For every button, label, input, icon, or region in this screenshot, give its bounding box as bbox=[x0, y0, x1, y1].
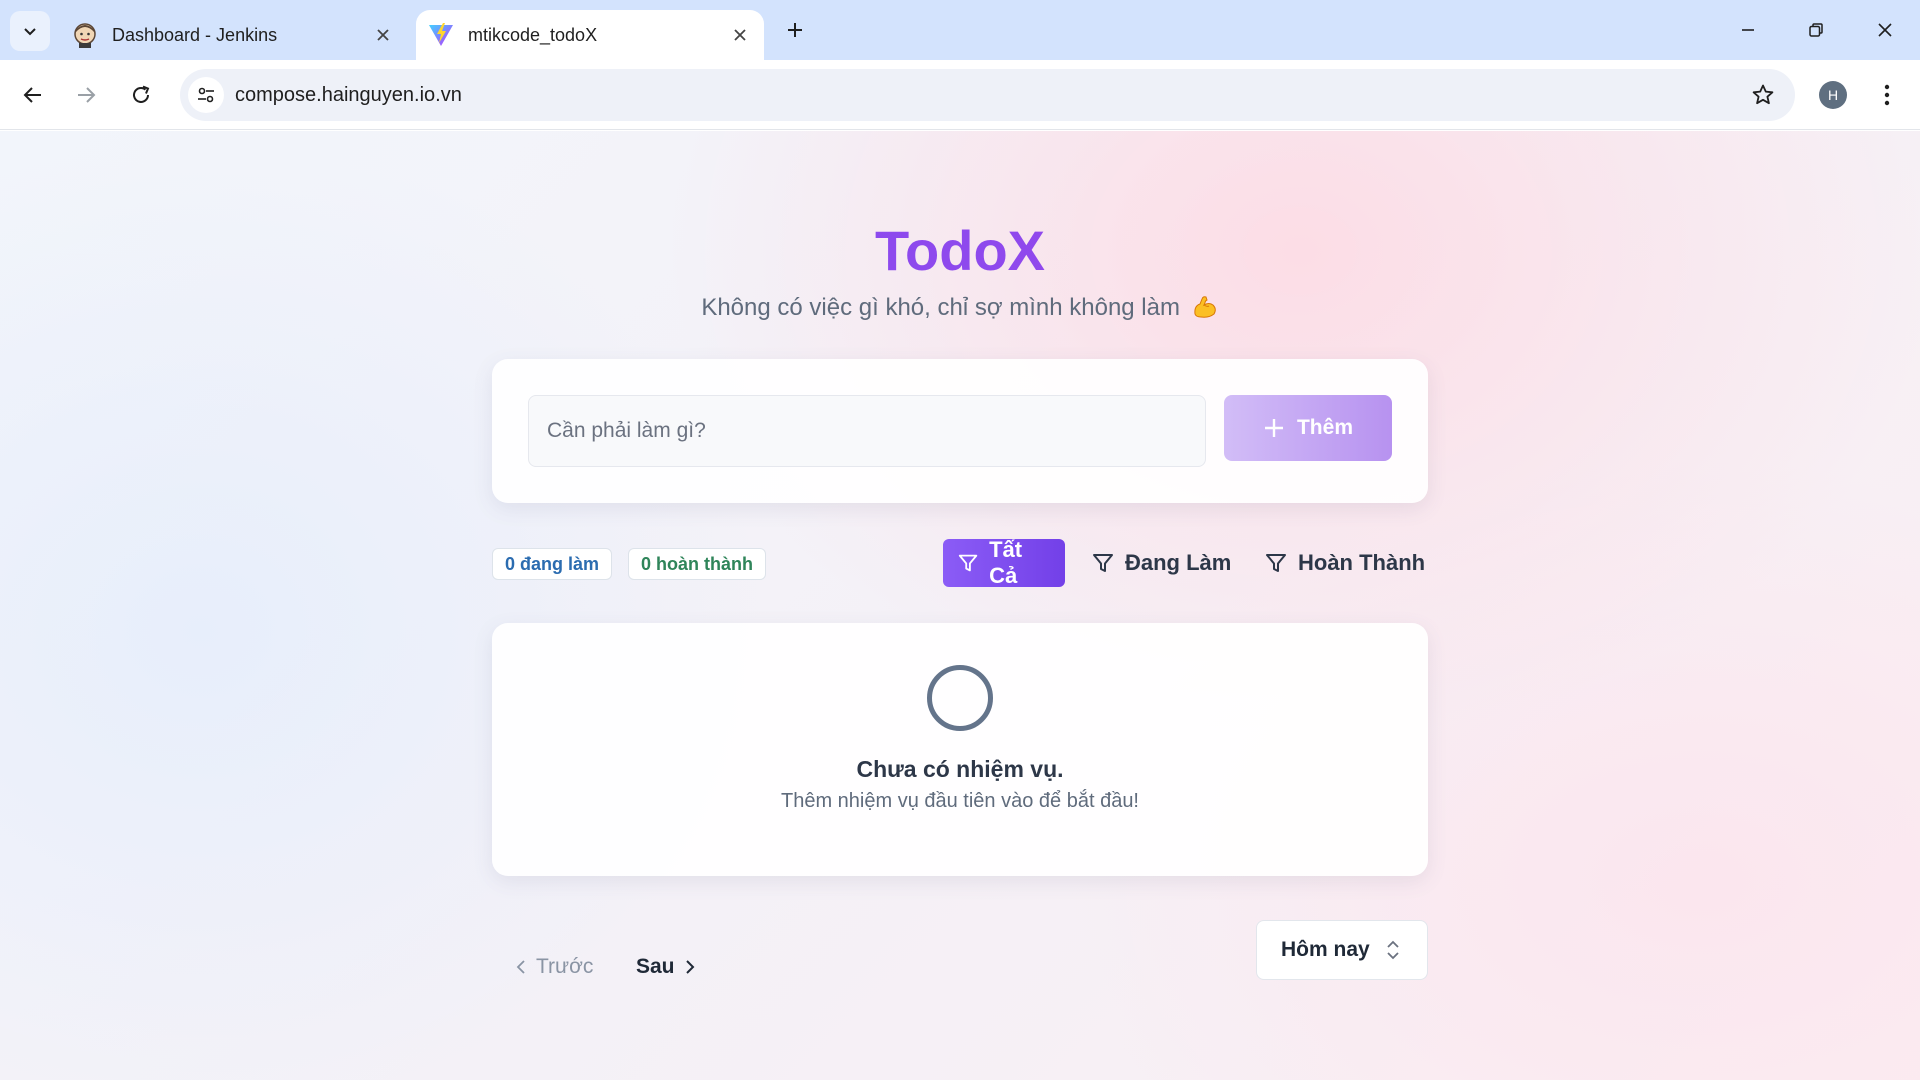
filter-active-label: Đang Làm bbox=[1125, 550, 1232, 575]
app-title: TodoX bbox=[0, 218, 1920, 283]
reload-button[interactable] bbox=[121, 75, 161, 115]
previous-page-button[interactable]: Trước bbox=[514, 951, 593, 983]
arrow-left-icon bbox=[23, 87, 41, 103]
app-subtitle: Không có việc gì khó, chỉ sợ mình không … bbox=[0, 292, 1920, 322]
date-filter-value: Hôm nay bbox=[1281, 938, 1370, 961]
browser-tabstrip: Dashboard - Jenkins mtikcode_todoX bbox=[0, 0, 1920, 60]
flexed-biceps-emoji-icon bbox=[1194, 296, 1216, 318]
add-task-button[interactable]: Thêm bbox=[1224, 395, 1392, 461]
url-text: compose.hainguyen.io.vn bbox=[235, 84, 462, 106]
profile-avatar[interactable]: H bbox=[1819, 81, 1847, 109]
tab-todox[interactable]: mtikcode_todoX bbox=[416, 10, 764, 60]
filter-all-button[interactable]: Tất Cả bbox=[943, 537, 1065, 588]
filter-active-button[interactable]: Đang Làm bbox=[1077, 539, 1245, 587]
star-icon bbox=[1752, 84, 1774, 105]
add-task-card: Thêm bbox=[492, 359, 1428, 503]
chevron-right-icon bbox=[685, 960, 694, 974]
filter-icon bbox=[958, 554, 978, 572]
filter-icon bbox=[1093, 554, 1113, 572]
tune-icon bbox=[198, 87, 214, 103]
done-count-badge: 0 hoàn thành bbox=[628, 548, 766, 580]
minimize-button[interactable] bbox=[1724, 12, 1772, 48]
restore-button[interactable] bbox=[1792, 12, 1840, 48]
site-info-button[interactable] bbox=[188, 77, 224, 113]
plus-icon bbox=[1264, 419, 1283, 437]
chevron-left-icon bbox=[516, 960, 525, 974]
close-tab-icon[interactable] bbox=[369, 21, 397, 49]
browser-menu-button[interactable] bbox=[1870, 75, 1904, 115]
date-filter-select[interactable]: Hôm nay bbox=[1256, 920, 1428, 980]
close-window-button[interactable] bbox=[1861, 12, 1909, 48]
plus-icon bbox=[788, 23, 802, 37]
filter-all-label: Tất Cả bbox=[989, 537, 1023, 588]
arrow-right-icon bbox=[78, 87, 96, 103]
bookmark-button[interactable] bbox=[1747, 79, 1779, 111]
more-vertical-icon bbox=[1884, 84, 1890, 106]
empty-state-title: Chưa có nhiệm vụ. bbox=[856, 756, 1064, 782]
subtitle-text: Không có việc gì khó, chỉ sợ mình không … bbox=[701, 294, 1180, 321]
close-icon bbox=[1878, 23, 1892, 37]
page-content: TodoX Không có việc gì khó, chỉ sợ mình … bbox=[0, 131, 1920, 1080]
filter-icon bbox=[1266, 554, 1286, 572]
new-tab-button[interactable] bbox=[780, 15, 810, 45]
reload-icon bbox=[133, 85, 150, 103]
restore-icon bbox=[1809, 23, 1823, 37]
filter-done-button[interactable]: Hoàn Thành bbox=[1250, 539, 1439, 587]
tab-title: Dashboard - Jenkins bbox=[112, 24, 278, 45]
active-count-badge: 0 đang làm bbox=[492, 548, 613, 580]
chevron-up-down-icon bbox=[1387, 940, 1399, 960]
empty-circle-icon bbox=[927, 665, 993, 731]
close-tab-icon[interactable] bbox=[726, 21, 754, 49]
add-button-label: Thêm bbox=[1296, 416, 1353, 439]
previous-label: Trước bbox=[536, 955, 594, 978]
chevron-down-icon bbox=[24, 28, 36, 36]
jenkins-icon bbox=[74, 23, 96, 48]
browser-toolbar: compose.hainguyen.io.vn H bbox=[0, 60, 1920, 130]
tab-title: mtikcode_todoX bbox=[468, 24, 598, 45]
task-list-card: Chưa có nhiệm vụ. Thêm nhiệm vụ đầu tiên… bbox=[492, 623, 1428, 876]
empty-state-description: Thêm nhiệm vụ đầu tiên vào để bắt đầu! bbox=[780, 790, 1139, 812]
filter-done-label: Hoàn Thành bbox=[1298, 550, 1426, 575]
next-label: Sau bbox=[636, 955, 675, 978]
vite-icon bbox=[429, 23, 453, 46]
tab-jenkins[interactable]: Dashboard - Jenkins bbox=[62, 10, 407, 60]
next-page-button[interactable]: Sau bbox=[636, 951, 697, 983]
address-bar[interactable]: compose.hainguyen.io.vn bbox=[180, 69, 1795, 121]
minimize-icon bbox=[1742, 29, 1754, 31]
back-button[interactable] bbox=[13, 75, 53, 115]
task-input[interactable] bbox=[528, 395, 1206, 467]
tab-search-button[interactable] bbox=[10, 11, 50, 51]
forward-button[interactable] bbox=[66, 75, 106, 115]
